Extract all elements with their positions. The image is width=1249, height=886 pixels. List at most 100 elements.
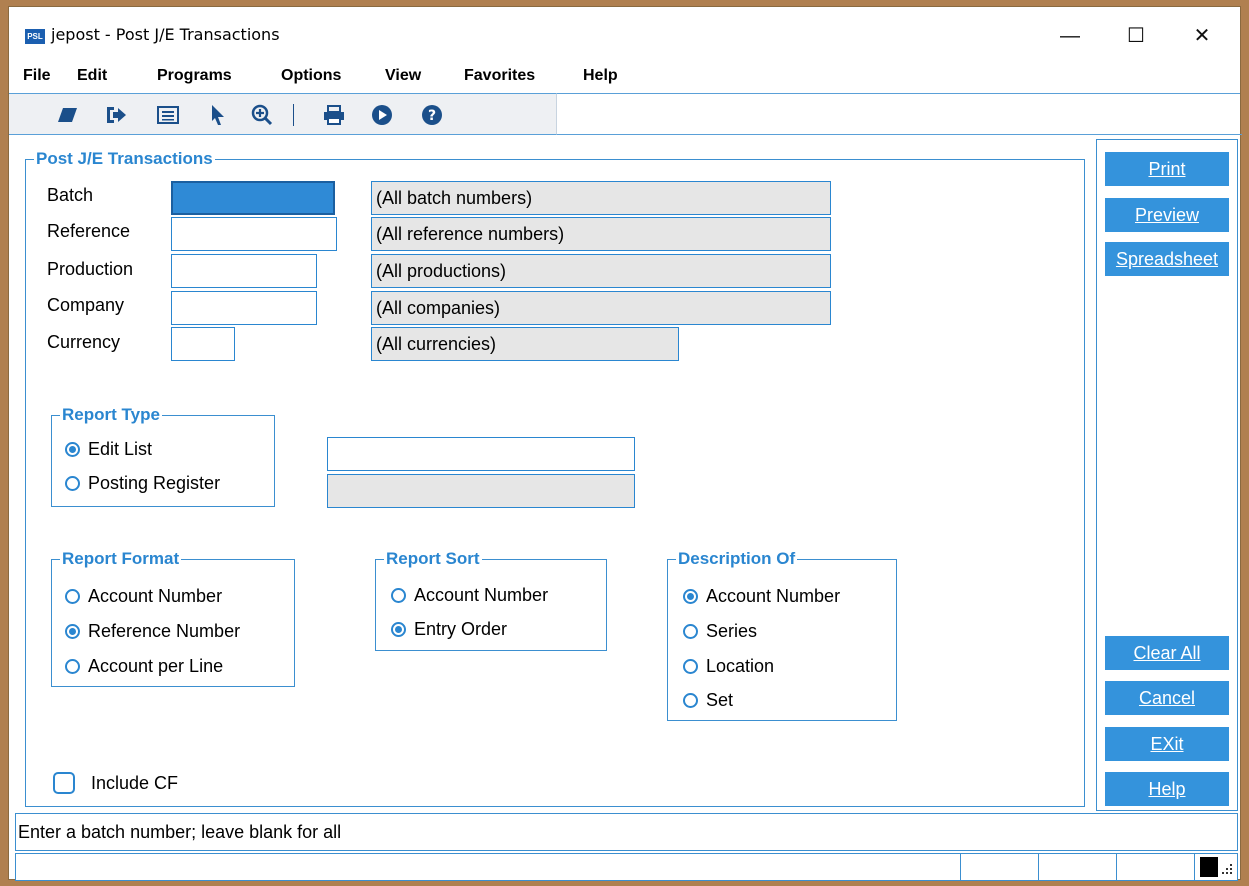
report-sort-title: Report Sort [384, 549, 482, 569]
help-button[interactable]: Help [1105, 772, 1229, 806]
title-bar: PSL jepost - Post J/E Transactions — ☐ ✕ [9, 7, 1240, 59]
menu-favorites[interactable]: Favorites [464, 67, 535, 85]
radio-unselected-icon [391, 588, 406, 603]
cancel-button[interactable]: Cancel [1105, 681, 1229, 715]
company-label: Company [47, 295, 125, 315]
app-logo-icon: PSL [25, 29, 45, 44]
desc-series-radio[interactable]: Series [683, 621, 757, 642]
sort-account-number-radio[interactable]: Account Number [391, 585, 548, 606]
radio-unselected-icon [683, 624, 698, 639]
radio-label: Account Number [706, 586, 841, 606]
status-divider [1194, 854, 1195, 880]
batch-description: (All batch numbers) [371, 181, 831, 215]
help-icon[interactable]: ? [419, 102, 445, 128]
resize-grip-icon[interactable] [1222, 860, 1234, 876]
menu-help[interactable]: Help [583, 67, 618, 85]
play-icon[interactable] [369, 102, 395, 128]
maximize-button[interactable]: ☐ [1113, 19, 1159, 53]
production-input[interactable] [171, 254, 317, 288]
print-button[interactable]: Print [1105, 152, 1229, 186]
desc-set-radio[interactable]: Set [683, 690, 733, 711]
status-divider [960, 854, 961, 880]
currency-input[interactable] [171, 327, 235, 361]
status-divider [1116, 854, 1117, 880]
company-input[interactable] [171, 291, 317, 325]
radio-unselected-icon [683, 693, 698, 708]
desc-location-radio[interactable]: Location [683, 656, 774, 677]
toolbar: ? [9, 93, 557, 135]
radio-selected-icon [65, 624, 80, 639]
radio-unselected-icon [65, 659, 80, 674]
reference-description: (All reference numbers) [371, 217, 831, 251]
list-view-icon[interactable] [155, 102, 181, 128]
reference-input[interactable] [171, 217, 337, 251]
status-indicator-icon [1200, 857, 1218, 877]
svg-text:?: ? [428, 108, 436, 124]
report-type-title: Report Type [60, 405, 162, 425]
radio-label: Account Number [414, 585, 549, 605]
close-button[interactable]: ✕ [1179, 19, 1225, 53]
radio-label: Series [706, 621, 758, 641]
production-label: Production [47, 259, 134, 279]
menu-edit[interactable]: Edit [77, 67, 107, 85]
batch-label: Batch [47, 185, 94, 205]
company-description: (All companies) [371, 291, 831, 325]
format-reference-number-radio[interactable]: Reference Number [65, 621, 240, 642]
format-account-number-radio[interactable]: Account Number [65, 586, 222, 607]
menu-file[interactable]: File [23, 67, 51, 85]
app-window: PSL jepost - Post J/E Transactions — ☐ ✕… [8, 6, 1242, 881]
exit-button[interactable]: EXit [1105, 727, 1229, 761]
menu-view[interactable]: View [385, 67, 421, 85]
zoom-in-icon[interactable] [249, 102, 275, 128]
clear-all-button[interactable]: Clear All [1105, 636, 1229, 670]
radio-selected-icon [65, 442, 80, 457]
include-cf-label: Include CF [91, 773, 179, 793]
description-of-title: Description Of [676, 549, 798, 569]
radio-label: Entry Order [414, 619, 508, 639]
spreadsheet-button[interactable]: Spreadsheet [1105, 242, 1229, 276]
production-description: (All productions) [371, 254, 831, 288]
report-type-edit-list-radio[interactable]: Edit List [65, 439, 152, 460]
status-message: Enter a batch number; leave blank for al… [15, 813, 1238, 851]
radio-selected-icon [391, 622, 406, 637]
radio-unselected-icon [683, 659, 698, 674]
pointer-icon[interactable] [205, 102, 231, 128]
radio-unselected-icon [65, 589, 80, 604]
report-format-title: Report Format [60, 549, 182, 569]
main-content: Post J/E Transactions Batch (All batch n… [15, 139, 1087, 809]
toolbar-separator [293, 104, 294, 126]
menu-programs[interactable]: Programs [157, 67, 232, 85]
currency-description: (All currencies) [371, 327, 679, 361]
print-icon[interactable] [321, 102, 347, 128]
radio-unselected-icon [65, 476, 80, 491]
eraser-icon[interactable] [55, 102, 81, 128]
report-type-posting-register-radio[interactable]: Posting Register [65, 473, 220, 494]
menu-bar: File Edit Programs Options View Favorite… [9, 59, 1240, 93]
radio-label: Posting Register [88, 473, 221, 493]
include-cf-checkbox[interactable] [53, 772, 75, 794]
batch-input[interactable] [171, 181, 335, 215]
toolbar-bottom-border [557, 134, 1242, 135]
radio-label: Edit List [88, 439, 153, 459]
exit-arrow-icon[interactable] [103, 102, 129, 128]
currency-label: Currency [47, 332, 121, 352]
format-account-per-line-radio[interactable]: Account per Line [65, 656, 223, 677]
minimize-button[interactable]: — [1047, 19, 1093, 53]
radio-selected-icon [683, 589, 698, 604]
sort-entry-order-radio[interactable]: Entry Order [391, 619, 507, 640]
radio-label: Set [706, 690, 734, 710]
radio-label: Account Number [88, 586, 223, 606]
bottom-status-bar [15, 853, 1238, 881]
report-type-extra-input[interactable] [327, 437, 635, 471]
report-type-extra-readonly [327, 474, 635, 508]
radio-label: Account per Line [88, 656, 224, 676]
desc-account-number-radio[interactable]: Account Number [683, 586, 840, 607]
post-je-group-title: Post J/E Transactions [34, 149, 215, 169]
radio-label: Location [706, 656, 775, 676]
action-sidebar: Print Preview Spreadsheet Clear All Canc… [1096, 139, 1238, 811]
preview-button[interactable]: Preview [1105, 198, 1229, 232]
reference-label: Reference [47, 221, 131, 241]
menu-options[interactable]: Options [281, 67, 341, 85]
radio-label: Reference Number [88, 621, 241, 641]
status-divider [1038, 854, 1039, 880]
